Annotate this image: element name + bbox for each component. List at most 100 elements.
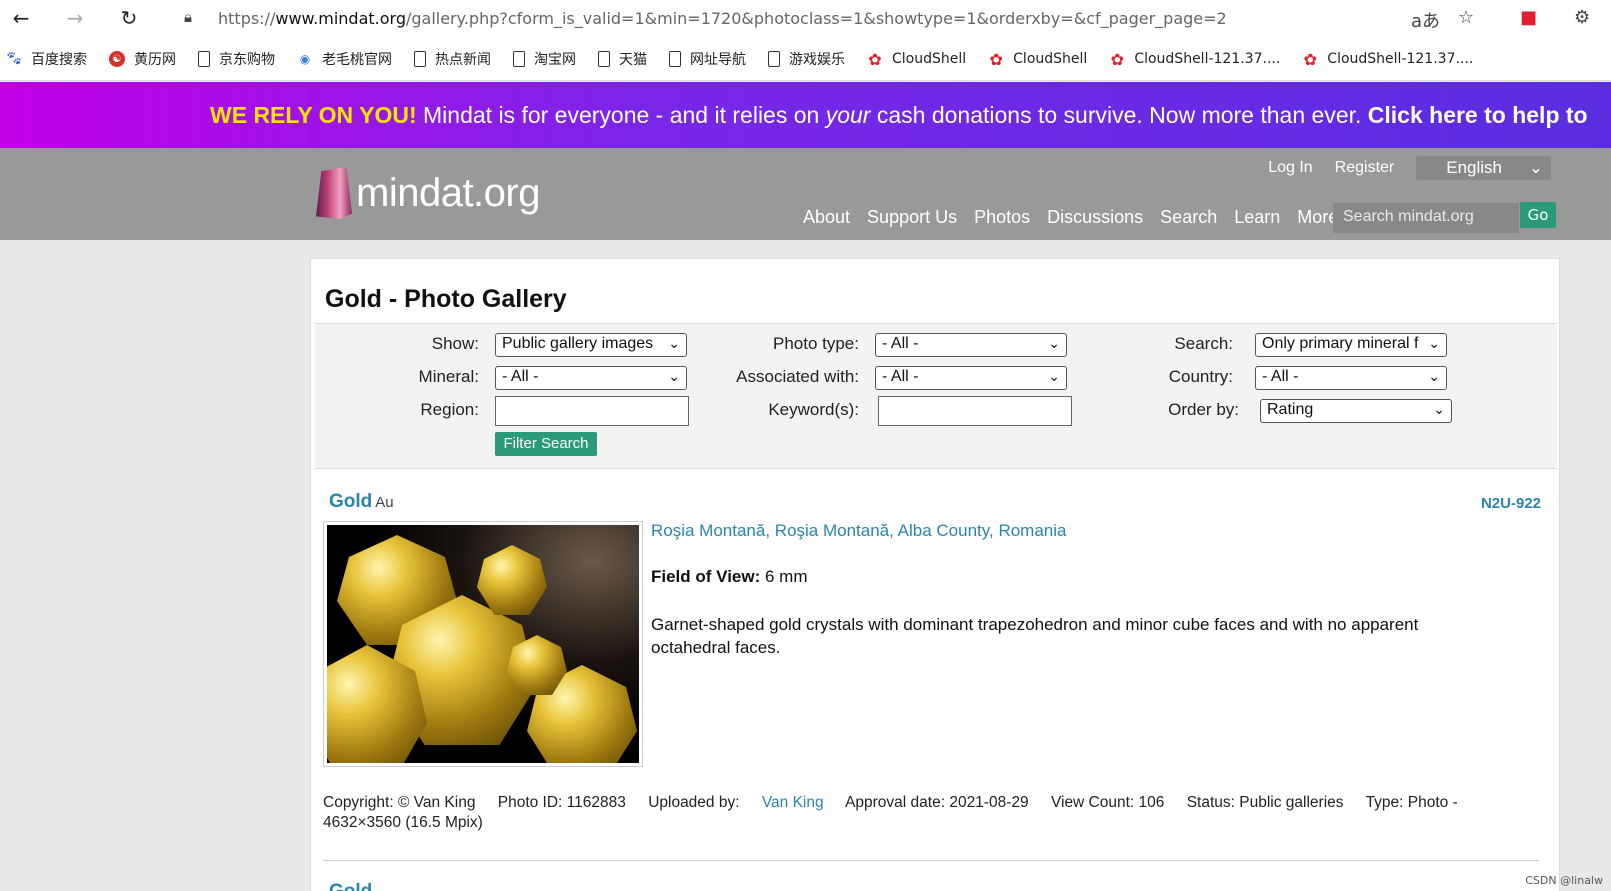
chevron-down-icon: ⌄ [1428, 368, 1440, 384]
search-mode-select[interactable]: Only primary mineral f ⌄ [1255, 333, 1447, 357]
crystal-shape [477, 545, 547, 615]
page-icon [669, 51, 681, 67]
copyright: Copyright: © Van King [323, 794, 476, 811]
reload-icon[interactable]: ↻ [116, 5, 142, 31]
next-entry-title[interactable]: Gold [329, 881, 372, 891]
photo-id: Photo ID: 1162883 [497, 794, 626, 811]
bookmark-item[interactable]: 天猫 [598, 49, 647, 69]
chevron-down-icon: ⌄ [1433, 401, 1445, 417]
photo-code-link[interactable]: N2U-922 [1481, 495, 1541, 512]
keyword-label: Keyword(s): [768, 400, 859, 419]
photo-thumbnail[interactable] [323, 521, 643, 767]
country-label: Country: [1168, 367, 1233, 386]
associated-label: Associated with: [736, 367, 859, 386]
banner-cta-link[interactable]: Click here to help to [1368, 102, 1588, 128]
mineral-name-link[interactable]: Gold [329, 491, 372, 512]
page-icon [598, 51, 610, 67]
uploader-link[interactable]: Van King [762, 794, 824, 811]
chevron-down-icon: ⌄ [668, 368, 680, 384]
keyword-input[interactable] [878, 396, 1072, 426]
crystal-logo-icon [316, 167, 352, 219]
view-count: View Count: 106 [1050, 794, 1165, 811]
browser-toolbar: ← → ↻ 🔒︎ https://www.mindat.org/gallery.… [0, 0, 1611, 38]
photo-meta: Copyright: © Van King Photo ID: 1162883 … [323, 793, 1538, 833]
lock-icon: 🔒︎ [184, 8, 192, 26]
nav-search[interactable]: Search [1160, 207, 1217, 228]
huangli-icon: ☯ [109, 51, 125, 67]
address-bar[interactable]: 🔒︎ https://www.mindat.org/gallery.php?cf… [166, 0, 1466, 36]
uploaded-by: Uploaded by: Van King [648, 794, 824, 811]
banner-text[interactable]: WE RELY ON YOU! Mindat is for everyone -… [210, 102, 1588, 129]
go-button[interactable]: Go [1520, 202, 1556, 228]
circle-icon: ◉ [299, 52, 311, 66]
bookmark-item[interactable]: 🐾︎ 百度搜索 [5, 49, 87, 69]
chevron-down-icon: ⌄ [1048, 335, 1060, 351]
url-text[interactable]: https://www.mindat.org/gallery.php?cform… [218, 9, 1227, 28]
mineral-label: Mineral: [418, 367, 479, 386]
huawei-icon: ✿ [868, 49, 882, 69]
login-link[interactable]: Log In [1268, 159, 1312, 177]
locality-link[interactable]: Roşia Montană, Roşia Montană, Alba Count… [651, 521, 1066, 541]
search-label: Search: [1174, 334, 1233, 353]
extension-icon[interactable]: ■ [1520, 7, 1537, 28]
region-input[interactable] [495, 396, 689, 426]
nav-discussions[interactable]: Discussions [1047, 207, 1143, 228]
approval-date: Approval date: 2021-08-29 [845, 794, 1029, 811]
orderby-label: Order by: [1168, 400, 1239, 419]
page-icon [768, 51, 780, 67]
gallery-content: Gold - Photo Gallery Show: Public galler… [310, 258, 1560, 891]
chevron-down-icon: ⌄ [1048, 368, 1060, 384]
account-links: Log In Register English ⌄ [1246, 156, 1551, 180]
bookmark-item[interactable]: 热点新闻 [414, 49, 491, 69]
mindat-logo[interactable]: mindat.org [316, 167, 540, 219]
site-search-input[interactable]: Search mindat.org [1333, 203, 1519, 233]
filter-search-button[interactable]: Filter Search [495, 432, 597, 456]
nav-learn[interactable]: Learn [1234, 207, 1280, 228]
bookmark-item[interactable]: 京东购物 [198, 49, 275, 69]
favorite-star-icon[interactable]: ☆ [1458, 7, 1474, 28]
bookmark-item[interactable]: 淘宝网 [513, 49, 576, 69]
language-select[interactable]: English ⌄ [1416, 156, 1551, 180]
translate-icon[interactable]: aあ [1411, 7, 1440, 33]
site-header: mindat.org Log In Register English ⌄ Abo… [0, 148, 1611, 240]
entry-title: Gold Au [329, 491, 394, 513]
bookmark-item[interactable]: ☯ 黄历网 [109, 49, 176, 69]
nav-support-us[interactable]: Support Us [867, 207, 957, 228]
phototype-label: Photo type: [772, 334, 859, 353]
nav-about[interactable]: About [803, 207, 850, 228]
chevron-down-icon: ⌄ [1528, 158, 1543, 177]
bookmarks-bar: 🐾︎ 百度搜索 ☯ 黄历网 京东购物 ◉ 老毛桃官网 热点新闻 淘宝网 天猫 网址导航… [0, 38, 1611, 81]
main-nav: About Support Us Photos Discussions Sear… [803, 207, 1355, 228]
nav-photos[interactable]: Photos [974, 207, 1030, 228]
back-arrow-icon[interactable]: ← [8, 5, 34, 31]
gold-crystal-photo[interactable] [327, 525, 639, 763]
associated-select[interactable]: - All - ⌄ [875, 366, 1067, 390]
divider [323, 860, 1539, 861]
country-select[interactable]: - All - ⌄ [1255, 366, 1447, 390]
orderby-select[interactable]: Rating ⌄ [1260, 399, 1452, 423]
filter-form: Show: Public gallery images ⌄ Photo type:… [315, 323, 1557, 469]
huawei-icon: ✿ [1110, 49, 1125, 69]
mineral-select[interactable]: - All - ⌄ [495, 366, 687, 390]
huawei-icon: ✿ [1303, 49, 1317, 69]
bookmark-item[interactable]: ✿ CloudShell [867, 49, 966, 69]
watermark: CSDN @linalw [1525, 874, 1603, 887]
bookmark-item[interactable]: ✿ CloudShell [988, 50, 1087, 69]
photo-description: Garnet-shaped gold crystals with dominan… [651, 615, 1419, 657]
extensions-puzzle-icon[interactable]: ⚙ [1574, 7, 1590, 28]
show-label: Show: [431, 334, 479, 353]
phototype-select[interactable]: - All - ⌄ [875, 333, 1067, 357]
page-icon [513, 51, 525, 67]
bookmark-item[interactable]: ✿ CloudShell-121.37.... [1302, 49, 1474, 69]
donation-banner[interactable]: WE RELY ON YOU! Mindat is for everyone -… [0, 82, 1611, 148]
page-icon [198, 51, 210, 67]
bookmark-item[interactable]: ✿ CloudShell-121.37.... [1109, 49, 1281, 69]
bookmark-item[interactable]: 游戏娱乐 [768, 49, 845, 69]
forward-arrow-icon[interactable]: → [62, 5, 88, 31]
register-link[interactable]: Register [1335, 159, 1395, 177]
bookmark-item[interactable]: ◉ 老毛桃官网 [297, 49, 392, 69]
region-label: Region: [420, 400, 479, 419]
show-select[interactable]: Public gallery images ⌄ [495, 333, 687, 357]
bookmark-item[interactable]: 网址导航 [669, 49, 746, 69]
chevron-down-icon: ⌄ [1428, 335, 1440, 351]
